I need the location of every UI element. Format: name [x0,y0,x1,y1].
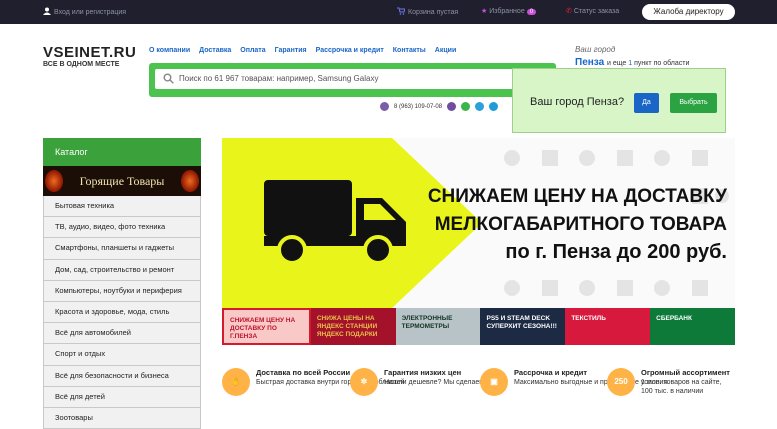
site-logo[interactable]: VSEINET.RU [43,44,136,61]
viber-icon[interactable] [380,102,389,111]
assortment-badge: 250 [607,368,635,396]
catalog-sidebar: Каталог Горящие Товары Бытовая техника Т… [43,138,201,429]
whatsapp-icon[interactable] [461,102,471,111]
hand-icon: ✋ [222,368,250,396]
catalog-item[interactable]: Дом, сад, строительство и ремонт [43,259,201,281]
nav-credit[interactable]: Рассрочка и кредит [316,47,384,54]
catalog-item[interactable]: Бытовая техника [43,196,201,218]
catalog-item[interactable]: Спорт и отдых [43,344,201,366]
truck-icon [264,180,406,265]
catalog-item[interactable]: Красота и здоровье, мода, стиль [43,301,201,324]
phone-number[interactable]: 8 (963) 109-07-08 [394,104,442,110]
promo-tile[interactable]: ТЕКСТИЛЬ [565,308,651,345]
nav-payment[interactable]: Оплата [240,47,265,54]
nav-warranty[interactable]: Гарантия [275,47,307,54]
hot-deals-banner[interactable]: Горящие Товары [43,166,201,196]
skype-icon[interactable] [489,102,499,111]
login-link[interactable]: Вход или регистрация [43,7,126,16]
top-bar: Вход или регистрация Корзина пустая ★ Из… [0,0,777,24]
catalog-item[interactable]: Всё для безопасности и бизнеса [43,365,201,387]
favorites-count-badge: 0 [526,9,537,15]
contacts-row: 8 (963) 109-07-08 [380,102,499,111]
city-confirm-popup: Ваш город Пенза? Да Выбрать [512,68,726,133]
city-label: Ваш город [575,45,616,54]
nav-about[interactable]: О компании [149,47,190,54]
flame-icon [45,170,63,192]
site-slogan: ВСЕ В ОДНОМ МЕСТЕ [43,61,120,68]
cart-link[interactable]: Корзина пустая [397,7,458,16]
promo-tile[interactable]: СНИЖА ЦЕНЫ НА ЯНДЕКС СТАНЦИИ ЯНДЕКС ПОДА… [310,308,396,345]
city-extra-count: 1 [628,60,633,67]
city-name: Пенза [575,57,605,68]
city-extra-pre: и еще [606,60,627,67]
user-icon [43,7,51,15]
cart-icon [397,7,405,15]
promo-tile[interactable]: PS5 И STEAM DECK СУПЕРХИТ СЕЗОНА!!! [480,308,566,345]
star-icon: ★ [481,8,490,15]
confirm-city-button[interactable]: Да [634,93,659,113]
city-extra-post: пункт по области [634,60,690,67]
catalog-item[interactable]: Зоотовары [43,407,201,429]
choose-city-button[interactable]: Выбрать [670,93,717,113]
nav-contacts[interactable]: Контакты [393,47,426,54]
promo-tiles: СНИЖАЕМ ЦЕНУ НА ДОСТАВКУ ПО Г.ПЕНЗА СНИЖ… [222,308,735,345]
promo-tile[interactable]: СБЕРБАНК [650,308,735,345]
order-status-link[interactable]: ✆ Статус заказа [566,7,619,15]
hot-deals-label: Горящие Товары [79,174,165,188]
banner-line-3: по г. Пенза до 200 руб. [505,241,727,263]
wallet-icon: ▣ [480,368,508,396]
catalog-item[interactable]: Всё для детей [43,386,201,408]
catalog-item[interactable]: ТВ, аудио, видео, фото техника [43,217,201,239]
banner-line-1: СНИЖАЕМ ЦЕНУ НА ДОСТАВКУ [427,186,727,207]
banner-line-2: МЕЛКОГАБАРИТНОГО ТОВАРА [434,214,727,235]
search-placeholder: Поиск по 61 967 товарам: например, Samsu… [179,74,379,83]
promo-tile[interactable]: ЭЛЕКТРОННЫЕ ТЕРМОМЕТРЫ [395,308,481,345]
feature-assortment: 250 Огромный ассортимент 1 млн. товаров н… [607,368,735,396]
search-bar: Поиск по 61 967 товарам: например, Samsu… [149,63,556,97]
catalog-item[interactable]: Всё для автомобилей [43,323,201,345]
viber-icon[interactable] [447,102,457,111]
catalog-item[interactable]: Компьютеры, ноутбуки и периферия [43,280,201,302]
flame-icon [181,170,199,192]
telegram-icon[interactable] [475,102,485,111]
main-nav: О компании Доставка Оплата Гарантия Расс… [149,47,456,54]
login-label: Вход или регистрация [54,9,127,16]
complain-button[interactable]: Жалоба директору [642,4,735,20]
favorites-link[interactable]: ★ Избранное 0 [481,7,537,15]
catalog-item[interactable]: Смартфоны, планшеты и гаджеты [43,238,201,260]
feature-title: Огромный ассортимент [641,368,730,377]
search-input[interactable]: Поиск по 61 967 товарам: например, Samsu… [155,69,548,89]
city-question: Ваш город Пенза? [530,96,625,108]
nav-promos[interactable]: Акции [435,47,456,54]
cart-label: Корзина пустая [408,9,459,16]
gear-icon: ✲ [350,368,378,396]
promo-tile[interactable]: СНИЖАЕМ ЦЕНУ НА ДОСТАВКУ ПО Г.ПЕНЗА [222,308,311,345]
phone-icon: ✆ [566,8,574,15]
catalog-title[interactable]: Каталог [43,138,201,166]
promo-banner[interactable]: СНИЖАЕМ ЦЕНУ НА ДОСТАВКУ МЕЛКОГАБАРИТНОГ… [222,138,735,308]
favorites-label: Избранное [489,8,525,15]
nav-delivery[interactable]: Доставка [199,47,231,54]
search-icon [163,73,174,84]
feature-desc: 1 млн. товаров на сайте, 100 тыс. в нали… [641,378,722,395]
order-status-label: Статус заказа [573,8,620,15]
city-selector[interactable]: Пенза и еще 1 пункт по области [575,57,689,68]
